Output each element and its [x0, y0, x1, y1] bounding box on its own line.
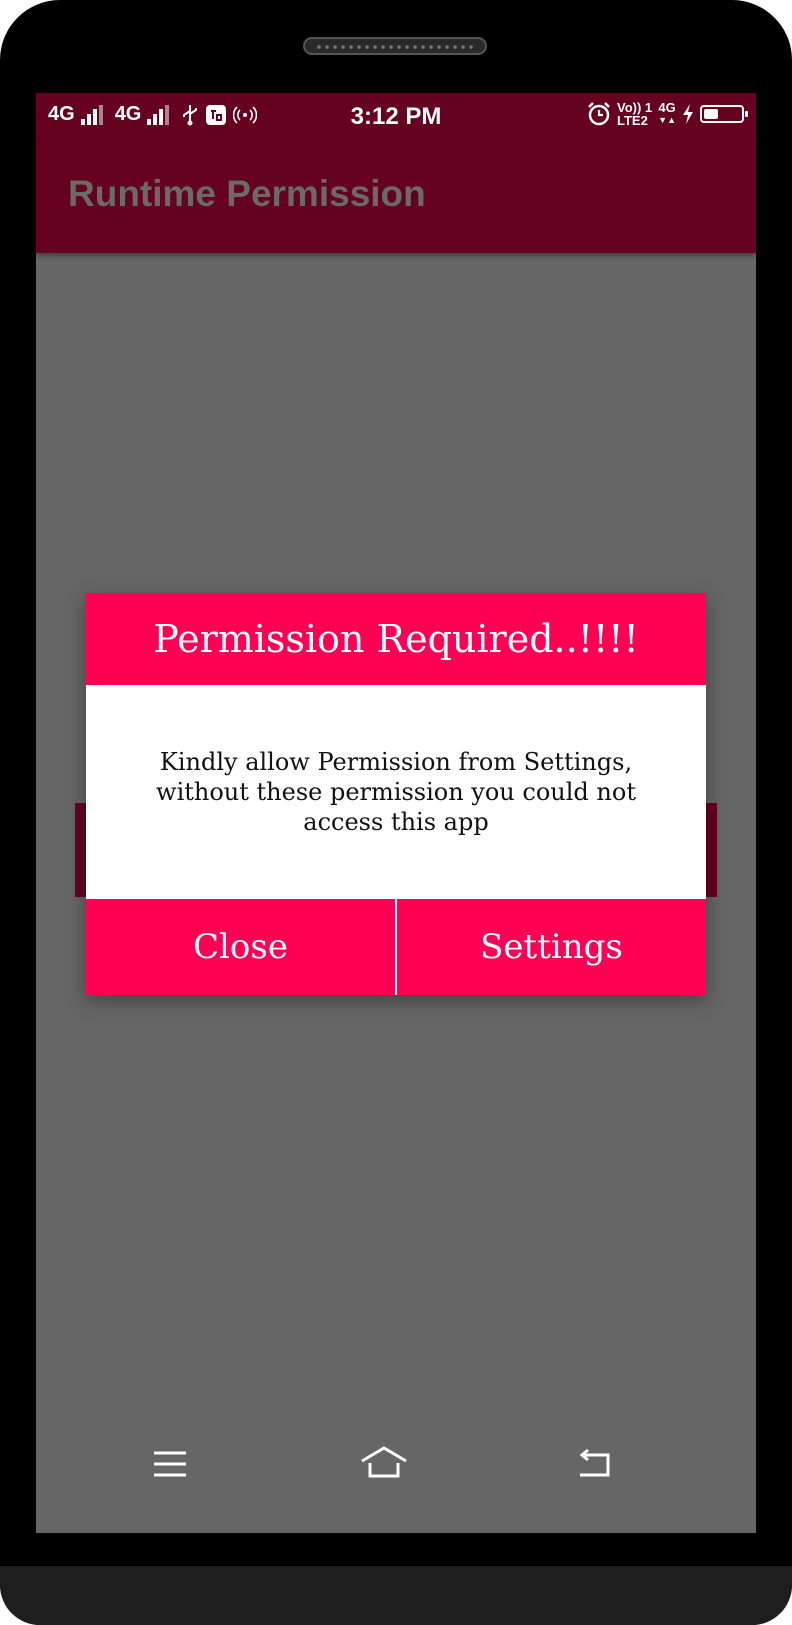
data-arrows-icon: ▼▲ [658, 115, 676, 125]
app-bar: Runtime Permission [36, 141, 756, 253]
status-bar: 4G 4G 3:12 PM Vo)) 1 LTE2 4G ▼▲ [36, 93, 756, 141]
permission-dialog: Permission Required..!!!! Kindly allow P… [86, 593, 706, 995]
close-button[interactable]: Close [86, 899, 395, 995]
back-icon[interactable] [576, 1449, 612, 1479]
menu-icon[interactable] [152, 1449, 188, 1479]
dialog-message-text: Kindly allow Permission from Settings, w… [156, 748, 636, 836]
navigation-bar [36, 1413, 756, 1533]
phone-chin [0, 1566, 792, 1625]
home-icon[interactable] [360, 1445, 408, 1479]
alarm-icon [588, 102, 610, 126]
battery-level [704, 109, 718, 119]
screen: 4G 4G 3:12 PM Vo)) 1 LTE2 4G ▼▲ Runtime … [36, 93, 756, 1533]
battery-icon [700, 105, 748, 123]
lte-label: LTE2 [617, 113, 648, 128]
phone-frame: 4G 4G 3:12 PM Vo)) 1 LTE2 4G ▼▲ Runtime … [0, 0, 792, 1625]
status-right: Vo)) 1 LTE2 4G ▼▲ [587, 100, 748, 128]
speaker-grille [303, 37, 487, 55]
settings-button[interactable]: Settings [397, 899, 706, 995]
app-title: Runtime Permission [68, 173, 426, 214]
dialog-title: Permission Required..!!!! [86, 593, 706, 685]
data-network-label: 4G [658, 100, 676, 115]
dialog-actions: Close Settings [86, 899, 706, 995]
charging-icon [683, 104, 693, 124]
dialog-message: Kindly allow Permission from Settings, w… [86, 685, 706, 899]
